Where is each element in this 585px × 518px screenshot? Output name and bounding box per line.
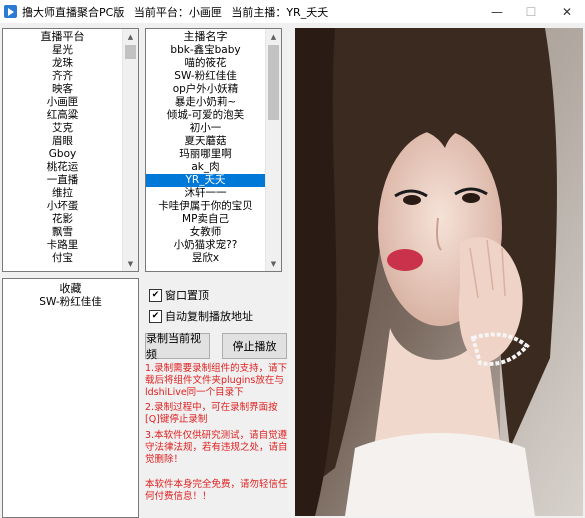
scroll-up-icon[interactable]: ▲ (123, 29, 138, 44)
anchor-list-item[interactable]: 暴走小奶莉~ (146, 96, 265, 109)
platform-list-item[interactable]: 齐齐 (3, 70, 122, 83)
anchor-list-item[interactable]: 小奶猫求宠?? (146, 239, 265, 252)
current-platform: 当前平台：小画匣 (133, 5, 222, 19)
platform-list-item[interactable]: 桃花运 (3, 161, 122, 174)
checkmark-icon[interactable]: ✔ (149, 288, 162, 302)
scroll-thumb[interactable] (268, 45, 279, 120)
platform-list-item[interactable]: 眉眼 (3, 135, 122, 148)
title-bar: 撸大师直播聚合PC版 当前平台：小画匣 当前主播：YR_夭夭 — ☐ ✕ (0, 0, 585, 23)
anchor-list-item[interactable]: YR_夭夭 (146, 174, 265, 187)
platform-list-item[interactable]: 小画匣 (3, 96, 122, 109)
favorites-items: SW-粉红佳佳 (3, 296, 138, 309)
platform-list-item[interactable]: 小坏蛋 (3, 200, 122, 213)
platform-list-item[interactable]: 映客 (3, 83, 122, 96)
note-2: 2.录制过程中，可在录制界面按[Q]键停止录制 (145, 402, 278, 425)
checkmark-icon[interactable]: ✔ (149, 309, 162, 323)
anchor-list-header: 主播名字 (183, 30, 228, 43)
current-anchor: 当前主播：YR_夭夭 (231, 5, 329, 19)
platform-list-item[interactable]: 付宝 (3, 252, 122, 265)
video-player[interactable] (295, 28, 583, 516)
platform-list-item[interactable]: 红高粱 (3, 109, 122, 122)
minimize-button[interactable]: — (480, 0, 514, 23)
platform-items: 星光 龙珠 齐齐 映客 小画匣 红高粱 艾克 眉眼 Gboy 桃花运 一直播 维拉 小坏蛋 花影 飘雪 卡路里… (3, 44, 122, 265)
anchor-list-item[interactable]: 倾城-可爱的泡芙 (146, 109, 265, 122)
maximize-button[interactable]: ☐ (514, 0, 548, 23)
window-title: 撸大师直播聚合PC版 当前平台：小画匣 当前主播：YR_夭夭 (22, 4, 334, 20)
app-name: 撸大师直播聚合PC版 (22, 5, 125, 19)
anchor-list-item[interactable]: op户外小妖精 (146, 83, 265, 96)
scroll-down-icon[interactable]: ▼ (266, 256, 281, 271)
auto-copy-checkbox[interactable]: ✔ 自动复制播放地址 (149, 308, 253, 324)
scroll-up-icon[interactable]: ▲ (266, 29, 281, 44)
platform-list-item[interactable]: 一直播 (3, 174, 122, 187)
note-3: 3.本软件仅供研究测试，请自觉遵守法律法规，若有违规之处，请自觉删除！ (145, 430, 288, 465)
platform-scrollbar[interactable]: ▲ ▼ (122, 29, 138, 271)
favorites-header: 收藏 (59, 282, 82, 295)
stop-button[interactable]: 停止播放 (222, 333, 287, 359)
favorites-list[interactable]: 收藏 SW-粉红佳佳 (2, 278, 139, 518)
anchor-list-item[interactable]: bbk-鑫宝baby (146, 44, 265, 57)
note-1: 1.录制需要录制组件的支持，请下载后将组件文件夹plugins放在与ldshiL… (145, 363, 288, 398)
platform-list-item[interactable]: 龙珠 (3, 57, 122, 70)
anchor-list-item[interactable]: 初小一 (146, 122, 265, 135)
close-button[interactable]: ✕ (550, 0, 584, 23)
scroll-thumb[interactable] (125, 45, 136, 59)
anchor-list-item[interactable]: 玛丽哪里啊 (146, 148, 265, 161)
anchor-list-item[interactable]: 女教师 (146, 226, 265, 239)
anchor-list-item[interactable]: 喵的筱花 (146, 57, 265, 70)
close-icon: ✕ (561, 4, 573, 19)
anchor-list-item[interactable]: 昱欣x (146, 252, 265, 265)
scroll-down-icon[interactable]: ▼ (123, 256, 138, 271)
platform-list-item[interactable]: 星光 (3, 44, 122, 57)
platform-list[interactable]: 直播平台 星光 龙珠 齐齐 映客 小画匣 红高粱 艾克 眉眼 Gboy 桃花运 一直播 维拉 小坏蛋 花影… (2, 28, 139, 272)
anchor-list-item[interactable]: ak_肉 (146, 161, 265, 174)
platform-list-item[interactable]: 卡路里 (3, 239, 122, 252)
anchor-list-item[interactable]: 沐轩一一 (146, 187, 265, 200)
anchor-list[interactable]: 主播名字 bbk-鑫宝baby 喵的筱花 SW-粉红佳佳 op户外小妖精 暴走小奶莉~ 倾… (145, 28, 282, 272)
platform-list-header: 直播平台 (40, 30, 85, 43)
platform-list-item[interactable]: 维拉 (3, 187, 122, 200)
favorite-list-item[interactable]: SW-粉红佳佳 (3, 296, 138, 309)
anchor-list-item[interactable]: 卡哇伊属于你的宝贝 (146, 200, 265, 213)
anchor-list-item[interactable]: MP卖自己 (146, 213, 265, 226)
auto-copy-label: 自动复制播放地址 (165, 310, 253, 323)
minimize-icon: — (491, 4, 503, 19)
window-top-checkbox[interactable]: ✔ 窗口置顶 (149, 287, 209, 303)
app-icon (4, 5, 17, 18)
maximize-icon: ☐ (525, 4, 537, 19)
platform-list-item[interactable]: 艾克 (3, 122, 122, 135)
platform-list-item[interactable]: 花影 (3, 213, 122, 226)
stream-frame (295, 28, 583, 516)
platform-list-item[interactable]: 飘雪 (3, 226, 122, 239)
platform-list-item[interactable]: Gboy (3, 148, 122, 161)
anchor-list-item[interactable]: 夏天蘑菇 (146, 135, 265, 148)
window-top-label: 窗口置顶 (165, 289, 209, 302)
anchor-list-item[interactable]: SW-粉红佳佳 (146, 70, 265, 83)
record-button[interactable]: 录制当前视频 (145, 332, 210, 361)
note-4: 本软件本身完全免费，请勿轻信任何付费信息！！ (145, 479, 288, 502)
anchor-scrollbar[interactable]: ▲ ▼ (265, 29, 281, 271)
anchor-items: bbk-鑫宝baby 喵的筱花 SW-粉红佳佳 op户外小妖精 暴走小奶莉~ 倾城-可爱的… (146, 44, 265, 265)
